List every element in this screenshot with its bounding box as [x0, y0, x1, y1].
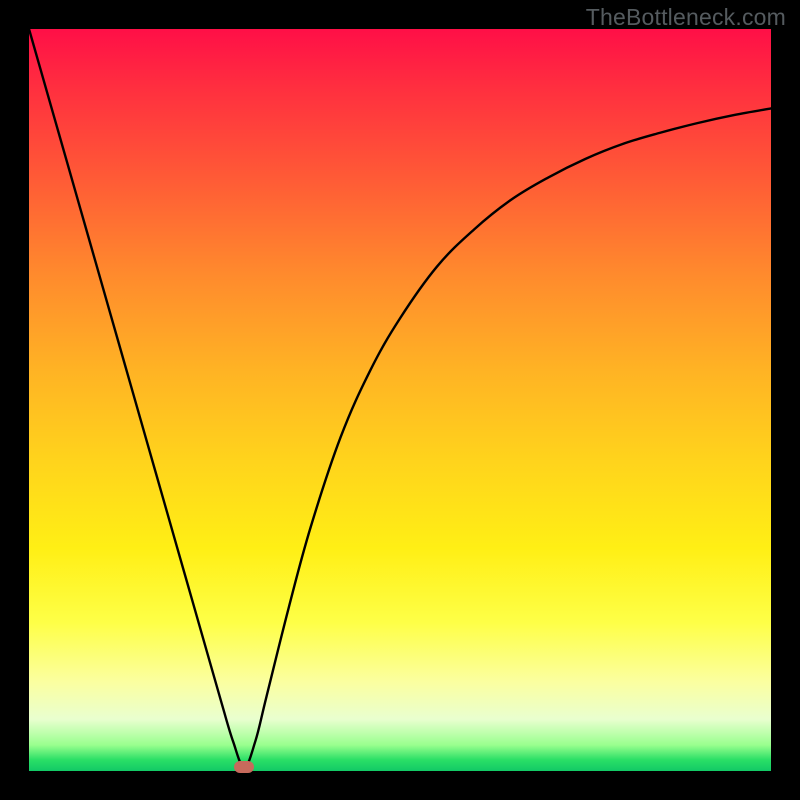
curve-svg [29, 29, 771, 771]
minimum-marker [234, 761, 254, 773]
plot-area [29, 29, 771, 771]
bottleneck-curve [29, 29, 771, 767]
chart-frame: TheBottleneck.com [0, 0, 800, 800]
watermark-text: TheBottleneck.com [586, 4, 786, 31]
